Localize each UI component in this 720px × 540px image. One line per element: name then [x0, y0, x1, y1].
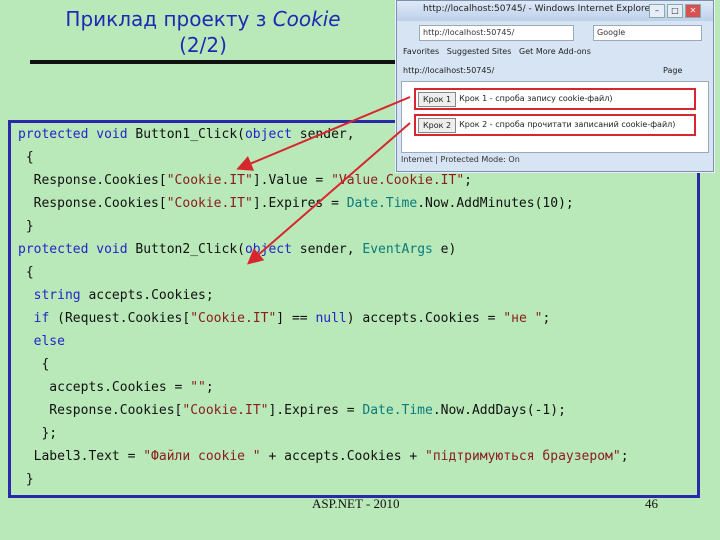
- footer-page-number: 46: [645, 496, 658, 511]
- footer-course: ASP.NET - 2010: [312, 496, 400, 511]
- arrow-step2: [246, 122, 411, 265]
- arrows-overlay: [236, 96, 411, 265]
- arrow-step1: [236, 96, 411, 171]
